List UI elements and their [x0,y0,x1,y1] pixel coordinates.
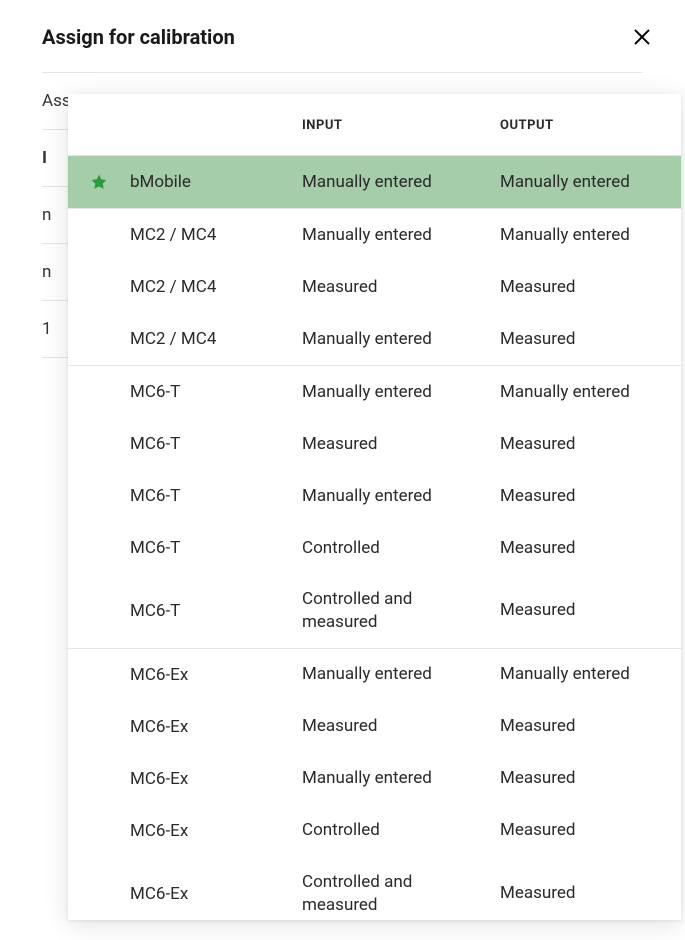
device-cell: MC6-T [130,434,302,454]
device-cell: MC6-Ex [130,665,302,685]
output-cell: Measured [500,485,681,508]
close-button[interactable] [627,22,657,52]
output-cell: Manually entered [500,224,681,247]
device-cell: MC6-Ex [130,884,302,904]
input-cell: Measured [302,276,500,299]
input-cell: Controlled [302,819,500,842]
device-cell: MC6-Ex [130,717,302,737]
table-row[interactable]: MC6-TManually enteredMeasured [68,470,681,522]
device-cell: MC6-Ex [130,821,302,841]
table-group: MC6-TManually enteredManually enteredMC6… [68,365,681,648]
star-icon [90,173,108,191]
output-cell: Measured [500,819,681,842]
input-cell: Manually entered [302,328,500,351]
input-cell: Measured [302,433,500,456]
output-cell: Measured [500,599,681,622]
input-cell: Controlled and measured [302,588,500,634]
output-cell: Measured [500,276,681,299]
device-cell: MC6-T [130,538,302,558]
table-header: INPUT OUTPUT [68,94,681,155]
table-row[interactable]: MC6-ExManually enteredManually entered [68,649,681,701]
table-row[interactable]: MC6-TManually enteredManually entered [68,366,681,418]
table-group: MC6-ExManually enteredManually enteredMC… [68,648,681,920]
input-cell: Manually entered [302,663,500,686]
input-cell: Manually entered [302,381,500,404]
table-body: bMobileManually enteredManually enteredM… [68,155,681,920]
output-cell: Measured [500,328,681,351]
input-cell: Controlled and measured [302,871,500,917]
table-group: MC2 / MC4Manually enteredManually entere… [68,208,681,365]
close-icon [631,26,653,48]
output-cell: Manually entered [500,171,681,194]
output-cell: Manually entered [500,663,681,686]
table-row[interactable]: MC6-ExMeasuredMeasured [68,701,681,753]
output-cell: Measured [500,433,681,456]
dialog-title: Assign for calibration [42,25,235,49]
input-cell: Measured [302,715,500,738]
output-cell: Measured [500,715,681,738]
column-header-output: OUTPUT [500,118,681,133]
dialog-header: Assign for calibration [0,0,685,72]
output-cell: Measured [500,537,681,560]
output-cell: Measured [500,882,681,905]
star-cell [68,173,130,191]
device-cell: MC2 / MC4 [130,329,302,349]
table-row[interactable]: MC2 / MC4Manually enteredManually entere… [68,209,681,261]
dropdown-panel[interactable]: INPUT OUTPUT bMobileManually enteredManu… [68,94,681,920]
table-row[interactable]: MC6-TMeasuredMeasured [68,418,681,470]
input-cell: Manually entered [302,485,500,508]
input-cell: Manually entered [302,224,500,247]
output-cell: Manually entered [500,381,681,404]
device-cell: MC6-Ex [130,769,302,789]
input-cell: Manually entered [302,171,500,194]
device-cell: MC6-T [130,382,302,402]
device-cell: MC2 / MC4 [130,277,302,297]
table-row[interactable]: MC2 / MC4MeasuredMeasured [68,261,681,313]
table-row[interactable]: MC6-TControlledMeasured [68,522,681,574]
device-cell: MC2 / MC4 [130,225,302,245]
table-row[interactable]: MC6-ExControlled and measuredMeasured [68,857,681,920]
input-cell: Manually entered [302,767,500,790]
table-row[interactable]: MC6-ExControlledMeasured [68,805,681,857]
table-row[interactable]: MC2 / MC4Manually enteredMeasured [68,313,681,365]
input-cell: Controlled [302,537,500,560]
device-cell: MC6-T [130,486,302,506]
output-cell: Measured [500,767,681,790]
device-cell: MC6-T [130,601,302,621]
table-row[interactable]: bMobileManually enteredManually entered [68,156,681,208]
table-group: bMobileManually enteredManually entered [68,155,681,208]
table-row[interactable]: MC6-TControlled and measuredMeasured [68,574,681,648]
table-row[interactable]: MC6-ExManually enteredMeasured [68,753,681,805]
device-cell: bMobile [130,172,302,192]
column-header-input: INPUT [302,118,500,133]
